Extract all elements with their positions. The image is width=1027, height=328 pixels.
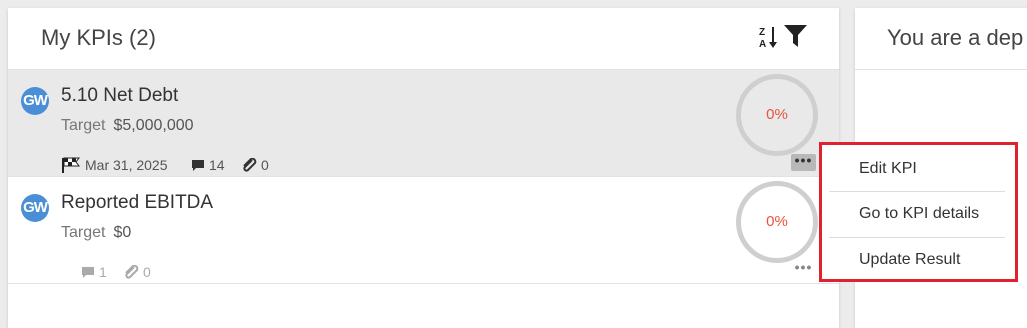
target-value: $0 xyxy=(113,224,132,241)
menu-item-edit-kpi[interactable]: Edit KPI xyxy=(829,147,1005,191)
kpi-target: Target $0 xyxy=(61,224,131,242)
kpi-target: Target $5,000,000 xyxy=(61,117,194,135)
comments-text: 1 xyxy=(99,264,107,280)
target-value: $5,000,000 xyxy=(113,117,194,134)
kpi-panel-header: My KPIs (2) Z A xyxy=(8,8,839,70)
page-title: My KPIs (2) xyxy=(41,25,156,50)
avatar: GW xyxy=(21,87,49,115)
kpi-panel: My KPIs (2) Z A GW 5.10 Net Debt Target $… xyxy=(8,8,839,328)
progress-indicator: 0% xyxy=(736,181,818,263)
paperclip-icon xyxy=(125,265,139,279)
paperclip-icon xyxy=(243,158,257,172)
attachments-count[interactable]: 0 xyxy=(242,157,269,173)
sort-z-a-icon[interactable]: Z A xyxy=(759,25,779,49)
attachments-text: 0 xyxy=(143,264,151,280)
menu-item-go-to-kpi-details[interactable]: Go to KPI details xyxy=(829,191,1005,235)
progress-indicator: 0% xyxy=(736,74,818,156)
more-options-button[interactable]: ••• xyxy=(791,260,816,278)
svg-text:Z: Z xyxy=(759,27,765,38)
department-panel-header: You are a dep xyxy=(855,8,1027,70)
comments-count[interactable]: 1 xyxy=(81,264,107,280)
kpi-name[interactable]: Reported EBITDA xyxy=(61,192,213,214)
target-label: Target xyxy=(61,117,106,134)
comments-count[interactable]: 14 xyxy=(191,157,225,173)
kpi-row[interactable]: GW 5.10 Net Debt Target $5,000,000 Mar 31… xyxy=(8,70,839,177)
filter-icon[interactable] xyxy=(784,25,807,47)
due-date-text: Mar 31, 2025 xyxy=(85,157,168,173)
checkered-flag-icon xyxy=(62,157,80,173)
department-panel-title: You are a dep xyxy=(887,25,1024,50)
kpi-name[interactable]: 5.10 Net Debt xyxy=(61,85,178,107)
attachments-text: 0 xyxy=(261,157,269,173)
comment-icon xyxy=(82,266,94,278)
more-options-button[interactable]: ••• xyxy=(791,153,816,171)
avatar: GW xyxy=(21,194,49,222)
kpi-row[interactable]: GW Reported EBITDA Target $0 1 0 0% ••• xyxy=(8,177,839,284)
due-date: Mar 31, 2025 xyxy=(61,157,168,173)
attachments-count[interactable]: 0 xyxy=(124,264,151,280)
kpi-context-menu: Edit KPI Go to KPI details Update Result xyxy=(819,142,1018,282)
menu-item-update-result[interactable]: Update Result xyxy=(829,237,1005,281)
svg-text:A: A xyxy=(759,39,766,49)
comments-text: 14 xyxy=(209,157,225,173)
target-label: Target xyxy=(61,224,106,241)
comment-icon xyxy=(192,159,204,171)
